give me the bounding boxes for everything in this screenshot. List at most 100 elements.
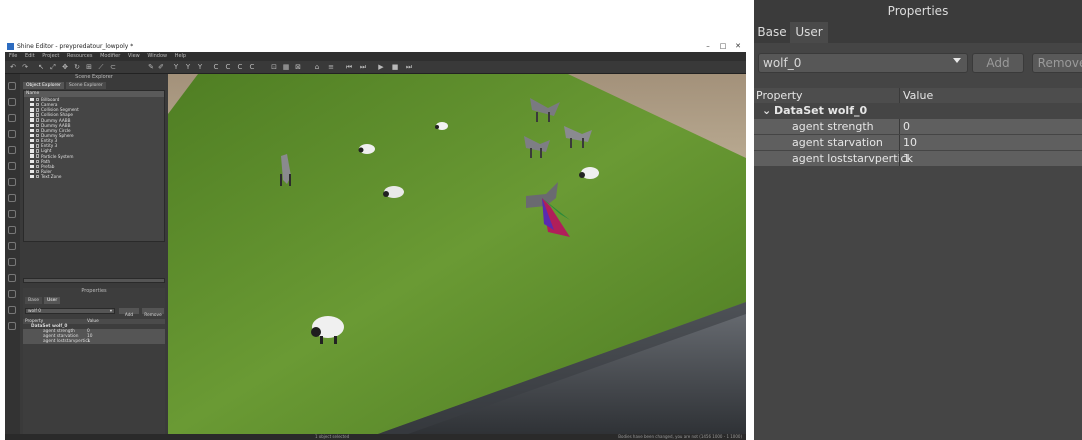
tool-strip-icon[interactable] — [8, 98, 16, 106]
tab-scene-explorer[interactable]: Scene Explorer — [65, 82, 106, 89]
checkbox-icon[interactable] — [30, 149, 34, 153]
axis-y2-icon[interactable]: Y — [184, 63, 192, 71]
scale-icon[interactable]: ⤢ — [49, 63, 57, 71]
step-icon[interactable]: ⏭ — [359, 63, 367, 71]
add-button[interactable]: Add — [972, 53, 1024, 73]
menu-help[interactable]: Help — [175, 53, 186, 59]
menu-window[interactable]: Window — [147, 53, 167, 59]
checkbox-icon[interactable] — [30, 128, 34, 133]
menu-project[interactable]: Project — [42, 53, 59, 59]
camera-c4-icon[interactable]: C — [248, 63, 256, 71]
frame-icon[interactable]: ⊠ — [294, 63, 302, 71]
menu-file[interactable]: File — [9, 53, 17, 59]
mini-tab-user[interactable]: User — [43, 297, 61, 304]
checkbox-icon[interactable] — [30, 102, 34, 107]
mini-add-button[interactable]: Add — [119, 308, 139, 318]
mini-tab-base[interactable]: Base — [25, 297, 42, 304]
mini-remove-button[interactable]: Remove — [142, 308, 164, 318]
tool-strip-icon[interactable] — [8, 306, 16, 314]
checkbox-icon[interactable] — [30, 164, 34, 169]
tool-strip-icon[interactable] — [8, 226, 16, 234]
mini-prop-value[interactable]: 1 — [87, 339, 90, 344]
checkbox-icon[interactable] — [30, 154, 34, 158]
checkbox-icon[interactable] — [30, 138, 34, 143]
minimize-icon[interactable]: – — [701, 41, 715, 52]
axis-y3-icon[interactable]: Y — [196, 63, 204, 71]
chevron-down-icon[interactable] — [953, 58, 961, 63]
undo-icon[interactable]: ↶ — [9, 63, 17, 71]
pencil-icon[interactable]: ✎ — [147, 63, 155, 71]
checkbox-icon[interactable] — [30, 97, 34, 102]
tab-base[interactable]: Base — [754, 22, 790, 43]
menu-modifier[interactable]: Modifier — [100, 53, 120, 59]
menu-edit[interactable]: Edit — [25, 53, 35, 59]
fit-icon[interactable]: ⊡ — [270, 63, 278, 71]
property-value[interactable]: 0 — [903, 119, 910, 134]
rotate-icon[interactable]: ↻ — [73, 63, 81, 71]
tab-object-explorer[interactable]: Object Explorer — [23, 82, 64, 89]
property-row[interactable]: agent loststarvpertick 1 — [754, 151, 1082, 166]
property-value[interactable]: 10 — [903, 135, 917, 150]
tool-strip-icon[interactable] — [8, 178, 16, 186]
layers-icon[interactable]: ≡ — [327, 63, 335, 71]
checkbox-icon[interactable] — [30, 108, 34, 112]
skip-icon[interactable]: ⏭ — [405, 63, 413, 71]
menu-view[interactable]: View — [128, 53, 140, 59]
property-value[interactable]: 1 — [903, 151, 910, 166]
remove-button[interactable]: Remove — [1032, 53, 1082, 73]
object-type-icon — [35, 113, 39, 117]
property-row[interactable]: agent strength 0 — [754, 119, 1082, 134]
checkbox-icon[interactable] — [30, 118, 34, 122]
home-icon[interactable]: ⌂ — [313, 63, 321, 71]
tool-strip-icon[interactable] — [8, 146, 16, 154]
stop-icon[interactable]: ■ — [391, 63, 399, 71]
maximize-icon[interactable]: □ — [716, 41, 730, 52]
step-back-icon[interactable]: ⏮ — [345, 63, 353, 71]
grid-icon[interactable]: ▦ — [282, 63, 290, 71]
snap-icon[interactable]: ⊞ — [85, 63, 93, 71]
tool-strip-icon[interactable] — [8, 82, 16, 90]
tool-strip-icon[interactable] — [8, 322, 16, 330]
mini-dataset-select[interactable]: wolf 0 ▾ — [25, 308, 115, 314]
camera-c3-icon[interactable]: C — [236, 63, 244, 71]
select-icon[interactable]: ↖ — [37, 63, 45, 71]
tool-strip-icon[interactable] — [8, 210, 16, 218]
checkbox-icon[interactable] — [30, 169, 34, 174]
tool-strip-icon[interactable] — [8, 274, 16, 282]
checkbox-icon[interactable] — [30, 113, 34, 117]
camera-c1-icon[interactable]: C — [212, 63, 220, 71]
object-type-icon — [35, 174, 39, 179]
dataset-select[interactable]: wolf_0 — [758, 53, 968, 73]
tool-strip-icon[interactable] — [8, 290, 16, 298]
mini-prop-row[interactable]: agent loststarvpertick 1 — [23, 339, 165, 344]
tool-strip-icon[interactable] — [8, 114, 16, 122]
horizontal-scrollbar[interactable] — [23, 278, 165, 283]
tree-item[interactable]: Text Zone — [24, 174, 164, 179]
move-icon[interactable]: ✥ — [61, 63, 69, 71]
tool-strip-icon[interactable] — [8, 130, 16, 138]
column-divider[interactable] — [899, 88, 900, 103]
tab-user[interactable]: User — [790, 22, 828, 43]
close-icon[interactable]: ✕ — [731, 41, 745, 52]
tool-strip-icon[interactable] — [8, 258, 16, 266]
scene-viewport[interactable] — [168, 74, 746, 434]
axis-y-icon[interactable]: Y — [172, 63, 180, 71]
edit-icon[interactable]: ✐ — [157, 63, 165, 71]
tool-strip-icon[interactable] — [8, 162, 16, 170]
checkbox-icon[interactable] — [30, 174, 34, 179]
brush-icon[interactable]: ⟋ — [97, 63, 105, 71]
play-icon[interactable]: ▶ — [377, 63, 385, 71]
checkbox-icon[interactable] — [30, 133, 34, 138]
checkbox-icon[interactable] — [30, 123, 34, 128]
link-icon[interactable]: ⊂ — [109, 63, 117, 71]
property-row[interactable]: agent starvation 10 — [754, 135, 1082, 150]
chevron-down-icon[interactable]: ⌄ — [762, 103, 771, 118]
dataset-row[interactable]: ⌄ DataSet wolf_0 — [754, 103, 1082, 118]
tool-strip-icon[interactable] — [8, 194, 16, 202]
menu-resources[interactable]: Resources — [67, 53, 93, 59]
tool-strip-icon[interactable] — [8, 242, 16, 250]
checkbox-icon[interactable] — [30, 144, 34, 148]
redo-icon[interactable]: ↷ — [21, 63, 29, 71]
checkbox-icon[interactable] — [30, 159, 34, 163]
camera-c2-icon[interactable]: C — [224, 63, 232, 71]
